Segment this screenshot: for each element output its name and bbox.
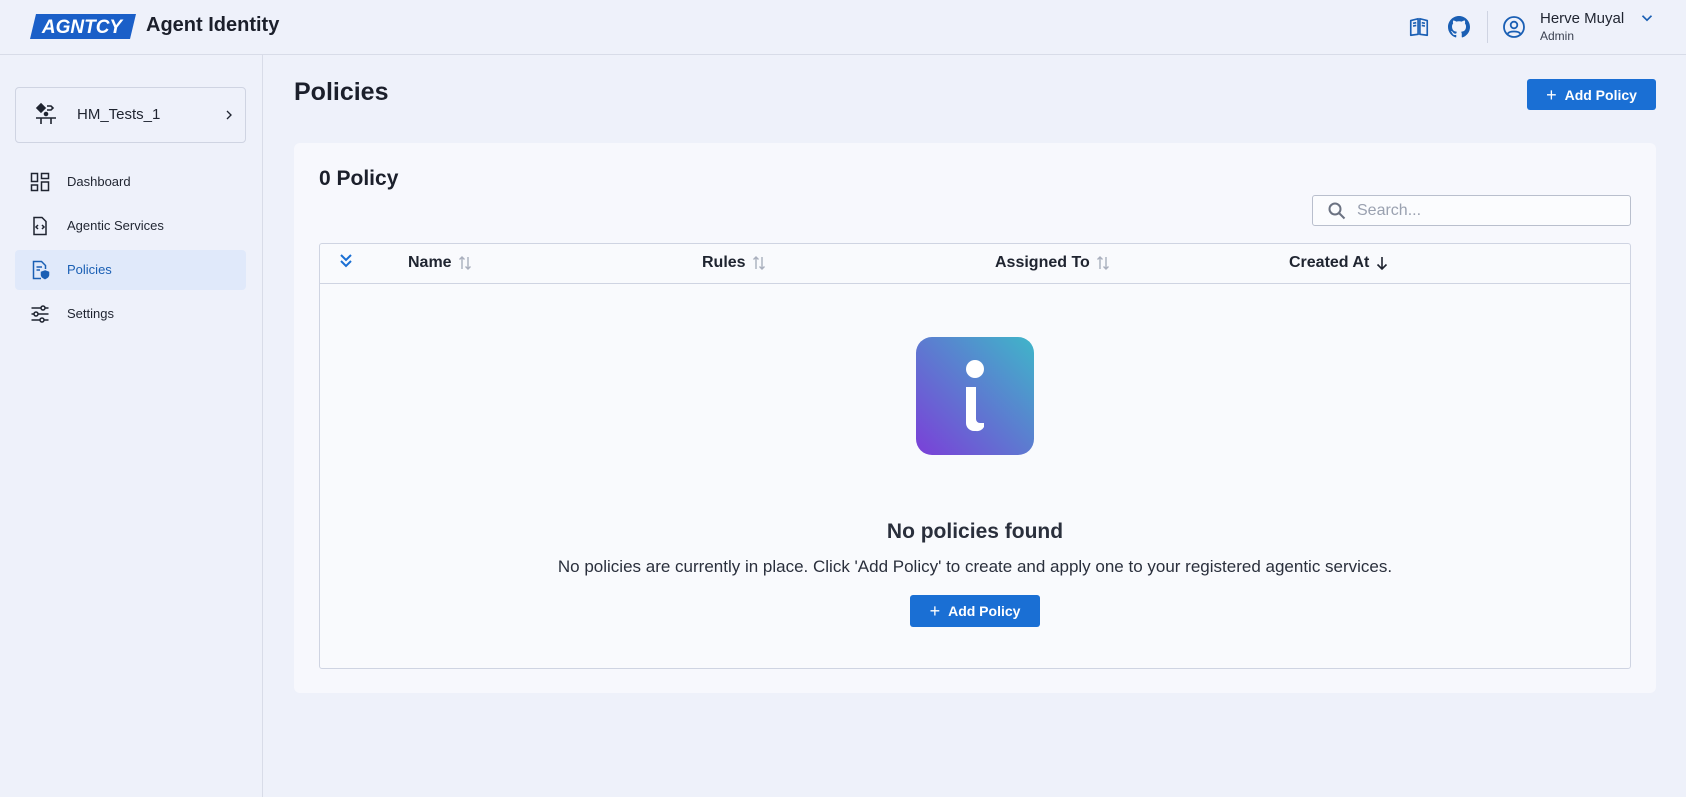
sidebar-item-label: Policies [67,262,112,277]
sidebar: HM_Tests_1 Dashboard Agentic Services Po… [0,55,263,797]
table-header: Name Rules Assigned To Created At [320,244,1630,284]
user-name[interactable]: Herve Muyal [1540,10,1624,27]
empty-state-description: No policies are currently in place. Clic… [557,557,1393,576]
header-divider [1487,11,1488,43]
user-circle-icon[interactable] [1502,15,1526,39]
sort-desc-icon [1377,257,1388,271]
dashboard-icon [30,172,50,192]
search-icon [1328,202,1346,220]
org-switcher[interactable]: HM_Tests_1 [15,87,246,143]
column-header-name[interactable]: Name [408,254,472,272]
book-icon[interactable] [1407,15,1431,39]
sidebar-item-settings[interactable]: Settings [15,294,246,334]
agntcy-logo[interactable]: AGNTCY [30,14,136,39]
top-header: AGNTCY Agent Identity Herve Muyal Admin [0,0,1686,55]
column-label: Created At [1289,254,1370,271]
expand-all-icon[interactable] [337,252,355,272]
sidebar-item-label: Dashboard [67,174,131,189]
column-header-rules[interactable]: Rules [702,254,766,272]
sort-icon [1096,256,1109,270]
policy-icon [32,260,50,280]
plus-icon: + [929,601,941,621]
add-policy-label: Add Policy [948,603,1021,619]
chevron-down-icon[interactable] [1638,9,1656,27]
info-icon [916,337,1034,455]
chevron-right-icon [226,110,232,120]
sidebar-item-dashboard[interactable]: Dashboard [15,162,246,202]
org-icon [35,102,56,124]
column-label: Assigned To [995,254,1090,271]
github-icon[interactable] [1447,15,1471,39]
sidebar-item-label: Settings [67,306,114,321]
add-policy-label: Add Policy [1564,86,1637,103]
policies-table: Name Rules Assigned To Created At No pol… [319,243,1631,669]
sidebar-item-agentic-services[interactable]: Agentic Services [15,206,246,246]
search-input[interactable] [1357,200,1617,222]
add-policy-button[interactable]: + Add Policy [1527,79,1656,110]
plus-icon: + [1546,84,1557,105]
page-title: Policies [294,78,389,106]
sidebar-item-policies[interactable]: Policies [15,250,246,290]
user-role: Admin [1540,29,1575,43]
code-file-icon [33,216,47,236]
policy-count: 0 Policy [319,167,399,190]
sort-icon [458,256,471,270]
search-box[interactable] [1312,195,1631,226]
column-label: Name [408,254,452,271]
org-name: HM_Tests_1 [77,106,161,123]
column-label: Rules [702,254,746,271]
column-header-created-at[interactable]: Created At [1289,254,1389,272]
empty-state-title: No policies found [886,520,1064,543]
app-title: Agent Identity [146,14,280,36]
sliders-icon [31,305,49,323]
svg-text:AGNTCY: AGNTCY [41,17,125,38]
empty-state-add-policy-button[interactable]: + Add Policy [910,595,1040,627]
column-header-assigned-to[interactable]: Assigned To [995,254,1110,272]
policies-panel: 0 Policy Name Rules [294,143,1656,693]
sidebar-item-label: Agentic Services [67,218,164,233]
sort-icon [752,256,765,270]
